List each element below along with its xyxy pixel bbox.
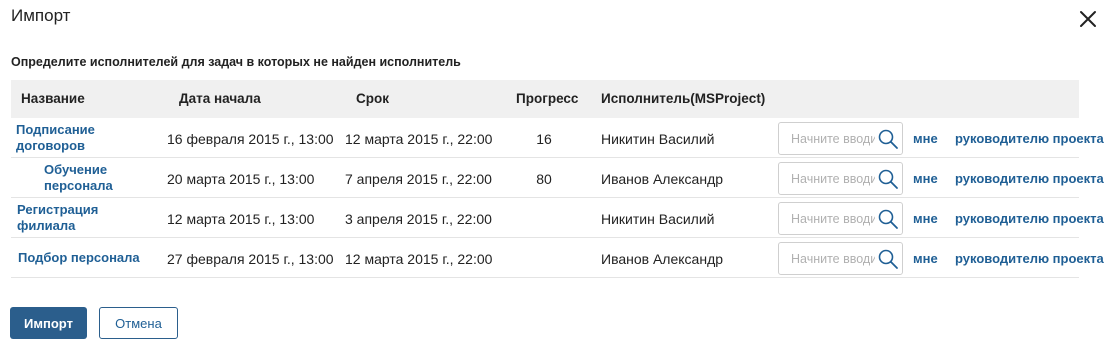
- cancel-button[interactable]: Отмена: [99, 307, 178, 339]
- start-date: 16 февраля 2015 г., 13:00: [167, 131, 334, 147]
- executor-search-box: [778, 122, 903, 155]
- assign-pm-link[interactable]: руководителю проекта: [955, 251, 1104, 266]
- start-date: 12 марта 2015 г., 13:00: [167, 211, 315, 227]
- table-row: Подбор персонала 27 февраля 2015 г., 13:…: [11, 238, 1104, 278]
- table-header: Название Дата начала Срок Прогресс Испол…: [11, 80, 1079, 118]
- executor-search-input[interactable]: [779, 203, 875, 234]
- dialog-title: Импорт: [11, 6, 71, 25]
- assign-pm-link[interactable]: руководителю проекта: [955, 131, 1104, 146]
- due-date: 12 марта 2015 г., 22:00: [345, 131, 493, 147]
- assign-me-link[interactable]: мне: [913, 211, 938, 226]
- executor-name: Никитин Василий: [601, 131, 715, 147]
- tasks-table: Название Дата начала Срок Прогресс Испол…: [11, 80, 1104, 278]
- search-icon[interactable]: [877, 128, 899, 150]
- assign-pm-link[interactable]: руководителю проекта: [955, 171, 1104, 186]
- search-icon[interactable]: [877, 208, 899, 230]
- assign-pm-link[interactable]: руководителю проекта: [955, 211, 1104, 226]
- search-icon[interactable]: [877, 168, 899, 190]
- dialog-subtitle: Определите исполнителей для задач в кото…: [11, 55, 461, 69]
- start-date: 27 февраля 2015 г., 13:00: [167, 251, 334, 267]
- due-date: 12 марта 2015 г., 22:00: [345, 251, 493, 267]
- task-name-link[interactable]: Регистрация филиала: [17, 202, 127, 234]
- executor-search-input[interactable]: [779, 243, 875, 274]
- header-name: Название: [21, 91, 85, 106]
- executor-search-input[interactable]: [779, 163, 875, 194]
- executor-search-input[interactable]: [779, 123, 875, 154]
- assign-me-link[interactable]: мне: [913, 131, 938, 146]
- table-row: Подписание договоров 16 февраля 2015 г.,…: [11, 118, 1104, 158]
- header-executor: Исполнитель(MSProject): [601, 91, 766, 106]
- start-date: 20 марта 2015 г., 13:00: [167, 171, 315, 187]
- table-row: Регистрация филиала 12 марта 2015 г., 13…: [11, 198, 1104, 238]
- executor-name: Никитин Василий: [601, 211, 715, 227]
- executor-name: Иванов Александр: [601, 251, 724, 267]
- task-name-link[interactable]: Подписание договоров: [16, 122, 156, 154]
- import-button[interactable]: Импорт: [10, 307, 87, 339]
- assign-me-link[interactable]: мне: [913, 171, 938, 186]
- header-start: Дата начала: [179, 91, 261, 106]
- assign-me-link[interactable]: мне: [913, 251, 938, 266]
- header-due: Срок: [356, 91, 389, 106]
- due-date: 7 апреля 2015 г., 22:00: [345, 171, 492, 187]
- executor-search-box: [778, 162, 903, 195]
- header-progress: Прогресс: [516, 91, 579, 106]
- task-name-link[interactable]: Подбор персонала: [18, 250, 163, 266]
- progress-value: 80: [536, 171, 552, 187]
- table-row: Обучение персонала 20 марта 2015 г., 13:…: [11, 158, 1104, 198]
- search-icon[interactable]: [877, 248, 899, 270]
- progress-value: 16: [536, 131, 552, 147]
- executor-search-box: [778, 202, 903, 235]
- task-name-link[interactable]: Обучение персонала: [44, 162, 154, 194]
- due-date: 3 апреля 2015 г., 22:00: [345, 211, 492, 227]
- close-icon: [1078, 9, 1098, 29]
- executor-name: Иванов Александр: [601, 171, 724, 187]
- close-button[interactable]: [1078, 9, 1098, 29]
- executor-search-box: [778, 242, 903, 275]
